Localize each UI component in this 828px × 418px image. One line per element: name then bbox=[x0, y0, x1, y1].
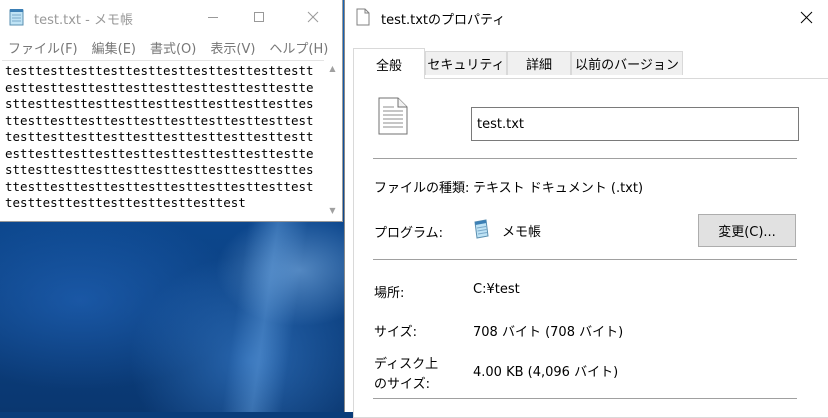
close-icon bbox=[800, 11, 812, 23]
scroll-up-icon[interactable]: ▲ bbox=[324, 60, 341, 76]
notepad-close-button[interactable] bbox=[290, 0, 336, 34]
tab-details[interactable]: 詳細 bbox=[507, 51, 571, 75]
size-label: サイズ: bbox=[374, 325, 417, 340]
program-value: メモ帳 bbox=[502, 225, 542, 240]
program-label: プログラム: bbox=[374, 226, 443, 241]
properties-title: test.txtのプロパティ bbox=[381, 13, 506, 28]
tab-previous-versions[interactable]: 以前のバージョン bbox=[571, 51, 683, 75]
menu-edit[interactable]: 編集(E) bbox=[85, 36, 143, 58]
properties-titlebar[interactable]: test.txtのプロパティ bbox=[345, 0, 828, 34]
tab-security[interactable]: セキュリティ bbox=[425, 51, 507, 75]
menu-help[interactable]: ヘルプ(H) bbox=[262, 36, 335, 58]
notepad-content[interactable]: testtesttesttesttesttesttesttesttesttest… bbox=[5, 63, 321, 212]
separator bbox=[373, 158, 797, 159]
separator bbox=[373, 398, 797, 399]
close-icon bbox=[307, 11, 319, 23]
separator bbox=[373, 259, 797, 260]
disk-size-value: 4.00 KB (4,096 バイト) bbox=[473, 365, 619, 380]
change-program-button[interactable]: 変更(C)... bbox=[698, 214, 796, 247]
notepad-icon bbox=[474, 219, 489, 239]
minimize-icon bbox=[208, 17, 218, 18]
disk-size-label-line1: ディスク上 bbox=[374, 357, 439, 372]
notepad-text-area[interactable]: testtesttesttesttesttesttesttesttesttest… bbox=[2, 60, 324, 219]
location-value: C:¥test bbox=[473, 282, 520, 297]
properties-dialog: test.txtのプロパティ 全般 セキュリティ 詳細 以前のバージョン ファイ… bbox=[344, 0, 828, 418]
size-value: 708 バイト (708 バイト) bbox=[473, 325, 624, 340]
minimize-button[interactable] bbox=[190, 0, 236, 34]
maximize-icon bbox=[254, 12, 264, 22]
vertical-scrollbar[interactable]: ▲ ▼ bbox=[324, 60, 341, 218]
menu-format[interactable]: 書式(O) bbox=[143, 36, 203, 58]
maximize-button[interactable] bbox=[236, 0, 282, 34]
disk-size-label-line2: のサイズ: bbox=[374, 377, 430, 392]
file-type-value: テキスト ドキュメント (.txt) bbox=[473, 181, 644, 196]
menu-view[interactable]: 表示(V) bbox=[203, 36, 262, 58]
notepad-window: test.txt - メモ帳 ファイル(F) 編集(E) 書式(O) 表示(V)… bbox=[0, 0, 343, 222]
scroll-down-icon[interactable]: ▼ bbox=[324, 202, 341, 218]
file-type-label: ファイルの種類: bbox=[374, 181, 470, 196]
notepad-titlebar[interactable]: test.txt - メモ帳 bbox=[0, 0, 343, 34]
properties-close-button[interactable] bbox=[783, 0, 828, 34]
file-name-input[interactable] bbox=[471, 107, 799, 141]
notepad-icon bbox=[9, 9, 24, 26]
notepad-menubar: ファイル(F) 編集(E) 書式(O) 表示(V) ヘルプ(H) bbox=[0, 36, 343, 58]
tab-general[interactable]: 全般 bbox=[353, 48, 425, 79]
location-label: 場所: bbox=[374, 286, 405, 301]
menu-file[interactable]: ファイル(F) bbox=[0, 36, 85, 58]
disk-size-label: ディスク上 のサイズ: bbox=[374, 355, 438, 395]
document-icon bbox=[356, 8, 370, 26]
wallpaper-light-beam bbox=[221, 222, 309, 412]
notepad-title: test.txt - メモ帳 bbox=[34, 13, 133, 28]
text-file-icon bbox=[378, 97, 408, 135]
